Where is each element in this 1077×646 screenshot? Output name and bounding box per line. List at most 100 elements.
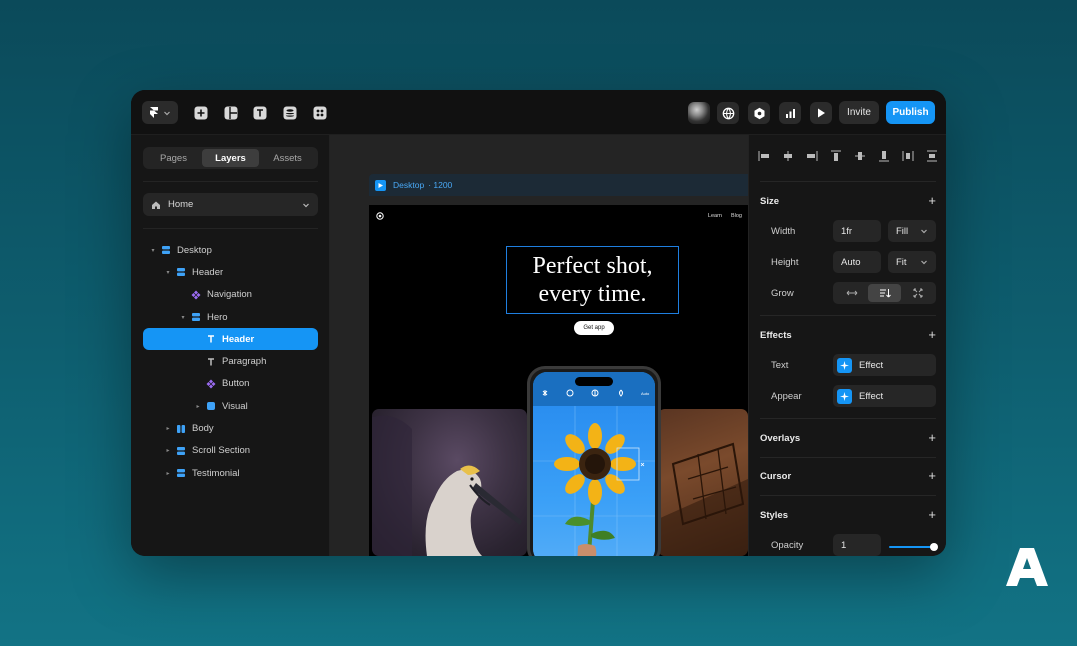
database-icon	[283, 106, 296, 119]
frame-label[interactable]: Desktop · 1200	[369, 174, 748, 196]
arrows-horizontal-icon	[846, 290, 857, 296]
cms-button[interactable]	[278, 101, 301, 124]
layer-item-paragraph[interactable]: Paragraph	[143, 350, 318, 372]
publish-button[interactable]: Publish	[886, 101, 935, 124]
site-settings-button[interactable]	[717, 102, 739, 124]
basketball-photo	[658, 409, 748, 556]
invite-button[interactable]: Invite	[839, 101, 879, 124]
framer-logo-icon	[150, 107, 158, 118]
height-mode-select[interactable]: Fit	[888, 251, 936, 273]
layer-label: Hero	[207, 311, 228, 323]
effects-section-title: Effects	[760, 330, 792, 341]
width-mode-select[interactable]: Fill	[888, 220, 936, 242]
chevron-down-icon	[921, 260, 927, 265]
canvas[interactable]: Desktop · 1200 Learn Blog Perfect shot, …	[330, 135, 748, 556]
height-input[interactable]: Auto	[833, 251, 881, 273]
settings-icon	[754, 107, 764, 119]
layer-item-navigation[interactable]: Navigation	[143, 284, 318, 306]
expand-caret-icon[interactable]: ▸	[194, 403, 202, 410]
add-effect-icon[interactable]: +	[928, 328, 936, 341]
text-tool-button[interactable]	[248, 101, 271, 124]
layer-item-header[interactable]: ▾ Header	[143, 261, 318, 283]
tab-layers[interactable]: Layers	[202, 149, 259, 167]
components-button[interactable]	[308, 101, 331, 124]
align-left-icon[interactable]	[757, 149, 771, 163]
align-center-v-icon[interactable]	[853, 149, 867, 163]
align-bottom-icon[interactable]	[877, 149, 891, 163]
layout-button[interactable]	[219, 101, 242, 124]
sort-icon	[879, 289, 891, 298]
frame-icon	[205, 400, 217, 412]
phone-screen: Auto	[533, 372, 655, 556]
analytics-button[interactable]	[779, 102, 801, 124]
distribute-h-icon[interactable]	[901, 149, 915, 163]
main-menu-button[interactable]	[142, 101, 178, 124]
align-right-icon[interactable]	[805, 149, 819, 163]
expand-caret-icon[interactable]: ▾	[149, 247, 157, 254]
layer-item-body[interactable]: ▸ Body	[143, 417, 318, 439]
analytics-icon	[785, 108, 795, 118]
align-top-icon[interactable]	[829, 149, 843, 163]
layer-item-testimonial[interactable]: ▸ Testimonial	[143, 462, 318, 484]
opacity-input[interactable]: 1	[833, 534, 881, 556]
svg-text:Auto: Auto	[641, 391, 650, 396]
divider	[760, 418, 936, 419]
divider	[760, 181, 936, 182]
tab-pages[interactable]: Pages	[145, 149, 202, 167]
distribute-v-icon[interactable]	[925, 149, 939, 163]
layer-item-header[interactable]: Header	[143, 328, 318, 351]
brand-logo-icon	[1006, 548, 1048, 586]
layer-label: Desktop	[177, 244, 212, 256]
expand-caret-icon[interactable]: ▾	[179, 314, 187, 321]
expand-caret-icon[interactable]: ▸	[164, 470, 172, 477]
nav-link-learn[interactable]: Learn	[708, 213, 722, 219]
grow-both-option[interactable]	[901, 284, 934, 302]
layer-item-scroll-section[interactable]: ▸ Scroll Section	[143, 440, 318, 462]
divider	[143, 228, 318, 229]
page-select[interactable]: Home	[143, 193, 318, 216]
columns-icon	[175, 423, 187, 435]
phone-mockup: Auto	[527, 366, 661, 556]
height-mode-value: Fit	[896, 256, 907, 268]
get-app-button[interactable]: Get app	[574, 321, 614, 335]
chevron-down-icon	[921, 229, 927, 234]
opacity-slider[interactable]	[889, 543, 938, 551]
preview-button[interactable]	[810, 102, 832, 124]
layer-label: Paragraph	[222, 356, 267, 368]
add-size-icon[interactable]: +	[928, 194, 936, 207]
app-window: Invite Publish Pages Layers Assets Home …	[131, 90, 946, 556]
add-overlay-icon[interactable]: +	[928, 431, 936, 444]
overlays-section-title: Overlays	[760, 433, 801, 444]
page-select-label: Home	[168, 199, 194, 210]
divider	[760, 315, 936, 316]
grow-label: Grow	[771, 288, 794, 299]
grow-vertical-option[interactable]	[868, 284, 901, 302]
desktop-frame[interactable]: Learn Blog Perfect shot, every time. Get…	[369, 205, 748, 556]
grow-segmented	[833, 282, 936, 304]
add-style-icon[interactable]: +	[928, 508, 936, 521]
component-icon	[190, 289, 202, 301]
properties-panel: Size + Width 1fr Fill Height Auto Fit Gr…	[748, 135, 946, 556]
layer-item-hero[interactable]: ▾ Hero	[143, 306, 318, 328]
insert-button[interactable]	[189, 101, 212, 124]
expand-caret-icon[interactable]: ▸	[164, 447, 172, 454]
expand-caret-icon[interactable]: ▸	[164, 425, 172, 432]
align-center-h-icon[interactable]	[781, 149, 795, 163]
layer-item-desktop[interactable]: ▾ Desktop	[143, 239, 318, 261]
avatar[interactable]	[688, 102, 710, 124]
layer-item-visual[interactable]: ▸ Visual	[143, 395, 318, 417]
sparkle-icon	[837, 357, 852, 373]
nav-link-blog[interactable]: Blog	[731, 213, 742, 219]
expand-caret-icon[interactable]: ▾	[164, 269, 172, 276]
plugins-button[interactable]	[748, 102, 770, 124]
hero-title[interactable]: Perfect shot, every time.	[506, 246, 679, 314]
layers-tree: ▾ Desktop ▾ Header Navigation ▾ Hero Header Para…	[143, 239, 318, 484]
add-cursor-icon[interactable]: +	[928, 469, 936, 482]
height-value: Auto	[841, 256, 861, 268]
width-input[interactable]: 1fr	[833, 220, 881, 242]
layer-item-button[interactable]: Button	[143, 373, 318, 395]
text-effect-button[interactable]: Effect	[833, 354, 936, 376]
appear-effect-button[interactable]: Effect	[833, 385, 936, 407]
grow-horizontal-option[interactable]	[835, 284, 868, 302]
tab-assets[interactable]: Assets	[259, 149, 316, 167]
